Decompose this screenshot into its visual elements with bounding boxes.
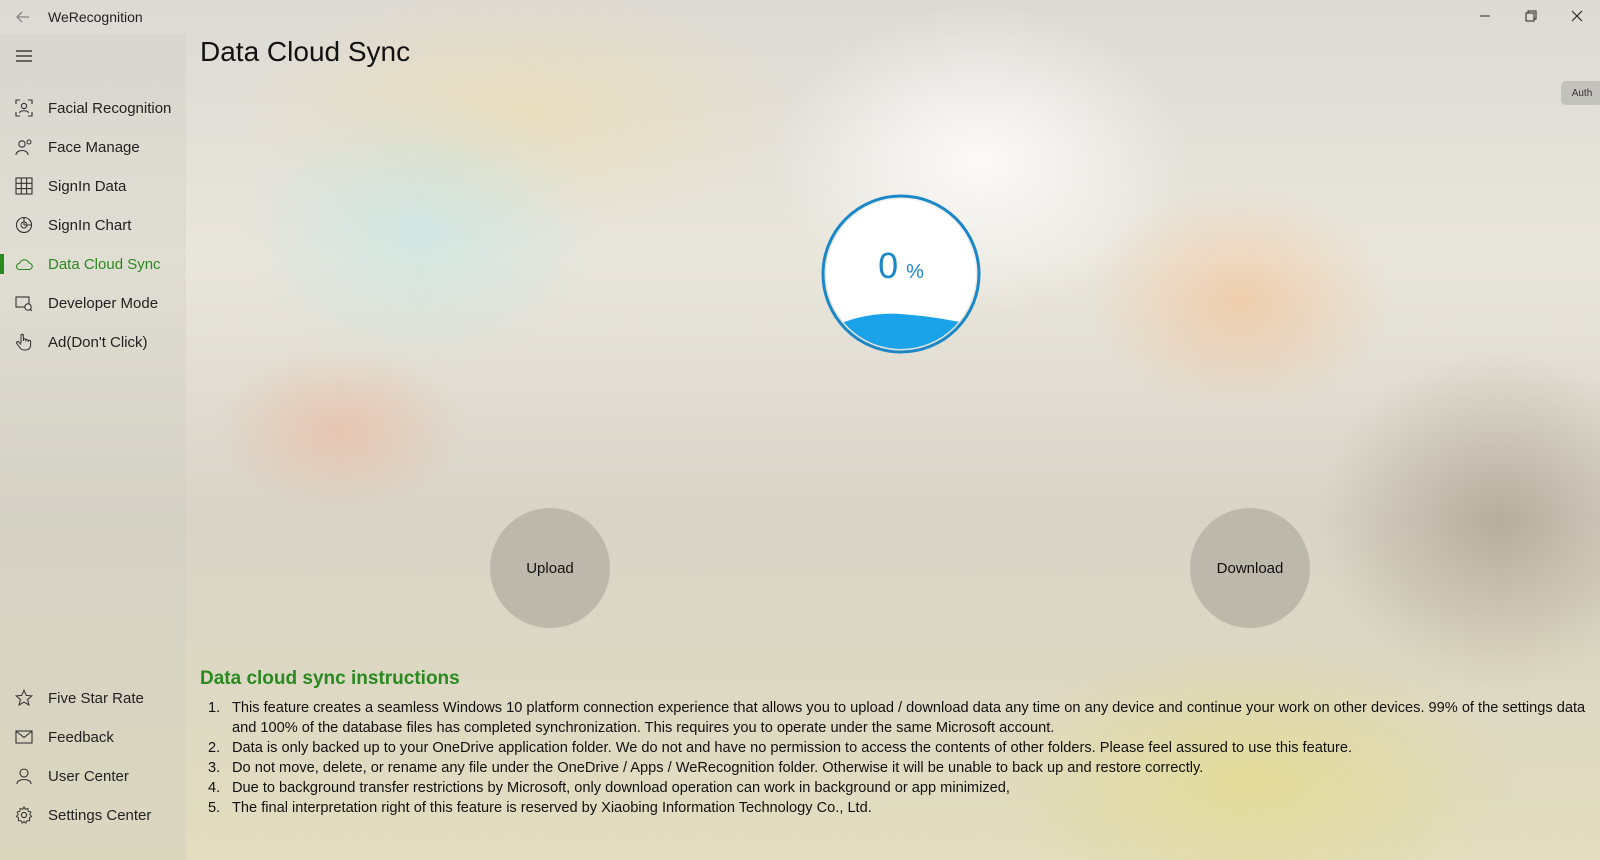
app-title: WeRecognition: [48, 9, 143, 25]
close-icon: [1571, 10, 1583, 22]
back-arrow-icon: [16, 11, 29, 23]
list-item-number: 1.: [208, 700, 221, 716]
restore-icon: [1525, 10, 1537, 22]
restore-button[interactable]: [1508, 0, 1554, 32]
sidebar-item-label: Data Cloud Sync: [48, 255, 161, 273]
sidebar-item-label: SignIn Chart: [48, 216, 132, 234]
hand-pointer-icon: [0, 333, 48, 351]
sidebar-item-settings-center[interactable]: Settings Center: [0, 795, 186, 835]
minimize-icon: [1480, 15, 1490, 17]
sidebar-item-label: Settings Center: [48, 806, 152, 824]
close-button[interactable]: [1554, 0, 1600, 32]
sidebar-item-facial-recognition[interactable]: Facial Recognition: [0, 88, 186, 128]
window-controls: [1462, 0, 1600, 32]
sidebar-item-label: Five Star Rate: [48, 689, 144, 707]
sidebar-item-ad[interactable]: Ad(Don't Click): [0, 322, 186, 362]
sidebar-item-label: Face Manage: [48, 138, 140, 156]
list-item-number: 3.: [208, 760, 221, 776]
sidebar-item-developer-mode[interactable]: Developer Mode: [0, 283, 186, 323]
sidebar-item-feedback[interactable]: Feedback: [0, 717, 186, 757]
auth-button[interactable]: Auth: [1561, 81, 1600, 105]
page-title: Data Cloud Sync: [200, 36, 411, 67]
sidebar-item-label: Ad(Don't Click): [48, 333, 148, 351]
sidebar-item-label: User Center: [48, 767, 129, 785]
hamburger-menu-button[interactable]: [12, 46, 36, 66]
sidebar-item-face-manage[interactable]: Face Manage: [0, 127, 186, 167]
sidebar-item-user-center[interactable]: User Center: [0, 756, 186, 796]
cloud-icon: [0, 257, 48, 271]
face-scan-icon: [0, 99, 48, 117]
list-item-text: Do not move, delete, or rename any file …: [232, 760, 1204, 776]
progress-unit: %: [906, 261, 924, 283]
hamburger-icon: [16, 50, 32, 62]
list-item-text: Data is only backed up to your OneDrive …: [232, 740, 1353, 756]
title-bar: WeRecognition: [0, 0, 1600, 34]
upload-button[interactable]: Upload: [490, 508, 610, 628]
sidebar-item-label: Developer Mode: [48, 294, 159, 312]
list-item-text: Due to background transfer restrictions …: [232, 780, 1010, 796]
list-item-text: This feature creates a seamless Windows …: [232, 700, 1586, 736]
grid-table-icon: [0, 177, 48, 195]
minimize-button[interactable]: [1462, 0, 1508, 32]
instructions-title: Data cloud sync instructions: [200, 668, 460, 689]
star-icon: [0, 689, 48, 707]
sidebar-item-signin-data[interactable]: SignIn Data: [0, 166, 186, 206]
developer-icon: [0, 294, 48, 312]
list-item: 4. Due to background transfer restriction…: [208, 778, 1598, 798]
sync-progress-indicator: 0%: [820, 193, 982, 355]
sidebar-item-five-star-rate[interactable]: Five Star Rate: [0, 678, 186, 718]
list-item: 3. Do not move, delete, or rename any fil…: [208, 758, 1598, 778]
user-icon: [0, 767, 48, 785]
sidebar-item-data-cloud-sync[interactable]: Data Cloud Sync: [0, 244, 186, 284]
list-item-text: The final interpretation right of this f…: [232, 800, 872, 816]
person-manage-icon: [0, 138, 48, 156]
progress-value-text: 0%: [820, 245, 982, 287]
list-item-number: 2.: [208, 740, 221, 756]
list-item: 5. The final interpretation right of this…: [208, 798, 1598, 818]
download-button[interactable]: Download: [1190, 508, 1310, 628]
instructions-list: 1. This feature creates a seamless Window…: [208, 698, 1598, 818]
sidebar-item-label: Feedback: [48, 728, 114, 746]
list-item: 2. Data is only backed up to your OneDriv…: [208, 738, 1598, 758]
sidebar-item-signin-chart[interactable]: SignIn Chart: [0, 205, 186, 245]
list-item-number: 4.: [208, 780, 221, 796]
progress-value: 0: [878, 245, 899, 286]
sidebar-item-label: Facial Recognition: [48, 99, 172, 117]
sidebar-item-label: SignIn Data: [48, 177, 127, 195]
mail-icon: [0, 730, 48, 744]
back-button[interactable]: [0, 1, 46, 33]
list-item: 1. This feature creates a seamless Window…: [208, 698, 1598, 738]
sidebar: Facial Recognition Face Manage SignIn Da…: [0, 34, 186, 860]
list-item-number: 5.: [208, 800, 221, 816]
gear-icon: [0, 806, 48, 824]
pie-chart-icon: [0, 216, 48, 234]
